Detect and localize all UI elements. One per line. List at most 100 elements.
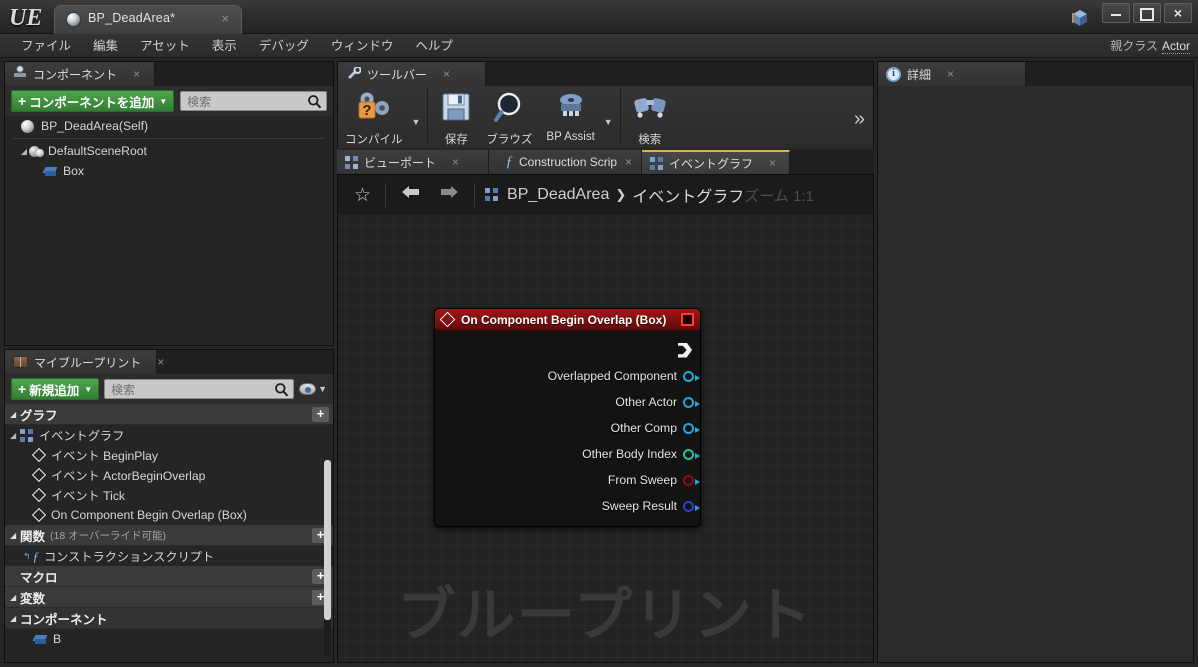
tree-expand-arrow[interactable]: ◢ [19, 147, 29, 156]
list-item-event-beginplay[interactable]: イベント BeginPlay [5, 445, 333, 465]
sphere-icon [21, 119, 34, 133]
node-header[interactable]: On Component Begin Overlap (Box) [435, 309, 700, 331]
add-graph-button[interactable]: + [312, 406, 329, 422]
maximize-button[interactable] [1133, 3, 1161, 23]
add-new-button[interactable]: + 新規追加 ▼ [11, 378, 100, 400]
tab-toolbar-close-icon[interactable]: × [443, 67, 450, 81]
list-item-event-graph[interactable]: ◢ イベントグラフ [5, 425, 333, 445]
tab-my-blueprint[interactable]: マイブループリント × [5, 350, 164, 374]
list-item-event-actorbeginoverlap[interactable]: イベント ActorBeginOverlap [5, 465, 333, 485]
add-component-plus-icon: + [18, 93, 27, 109]
section-expand-arrow[interactable]: ◢ [10, 410, 20, 419]
tab-construction-script-close-icon[interactable]: × [625, 155, 632, 169]
tab-viewport-label: ビューポート [364, 155, 437, 170]
compile-options-chevron-icon[interactable]: ▼ [412, 107, 421, 127]
tab-details[interactable]: 詳細 × [878, 62, 1026, 86]
node-on-component-begin-overlap[interactable]: On Component Begin Overlap (Box) Overlap… [434, 308, 701, 527]
section-expand-arrow[interactable]: ◢ [10, 614, 20, 623]
menu-view[interactable]: 表示 [201, 34, 248, 58]
node-pin-other-actor[interactable]: Other Actor [435, 389, 700, 415]
tab-details-close-icon[interactable]: × [947, 67, 954, 81]
node-pin-sweep-result[interactable]: Sweep Result [435, 493, 700, 519]
pin-dot-icon[interactable] [683, 422, 700, 434]
node-pin-from-sweep[interactable]: From Sweep [435, 467, 700, 493]
forward-arrow-icon[interactable] [430, 183, 468, 207]
components-search-input[interactable]: 検索 [180, 91, 327, 111]
tab-my-blueprint-close-icon[interactable]: × [157, 355, 164, 369]
my-blueprint-panel: マイブループリント × + 新規追加 ▼ 検索 ▼ ◢ グラフ + ◢ イベント… [4, 349, 334, 663]
toolbar-overflow-button[interactable]: » [854, 104, 865, 131]
expand-arrow[interactable]: ◢ [10, 431, 20, 440]
pin-dot-icon[interactable] [683, 474, 700, 486]
bp-assist-button[interactable]: BP Assist [539, 86, 601, 144]
asset-tab-close-icon[interactable]: × [221, 11, 229, 26]
exec-out-pin-icon[interactable] [678, 342, 692, 358]
section-functions[interactable]: ◢ 関数 (18 オーバーライド可能) + [5, 525, 333, 546]
node-pin-other-body-index[interactable]: Other Body Index [435, 441, 700, 467]
section-expand-arrow[interactable]: ◢ [10, 531, 20, 540]
my-blueprint-scrollbar-thumb[interactable] [324, 460, 331, 620]
diamond-icon [33, 509, 46, 522]
section-graphs[interactable]: ◢ グラフ + [5, 404, 333, 425]
my-blueprint-search-input[interactable]: 検索 [104, 379, 295, 399]
section-variables[interactable]: ◢ 変数 + [5, 587, 333, 608]
close-button[interactable]: × [1164, 3, 1192, 23]
browse-button[interactable]: ブラウズ [479, 86, 539, 146]
tab-viewport[interactable]: ビューポート × [337, 150, 489, 174]
pin-dot-icon[interactable] [683, 448, 700, 460]
details-tab-row: 詳細 × [878, 62, 1193, 86]
tab-viewport-close-icon[interactable]: × [452, 155, 459, 169]
tab-event-graph-close-icon[interactable]: × [769, 156, 776, 170]
tree-item-default-scene-root[interactable]: ◢ DefaultSceneRoot [5, 141, 333, 161]
pin-dot-icon[interactable] [683, 396, 700, 408]
details-content[interactable] [878, 86, 1193, 662]
minimize-button[interactable] [1102, 3, 1130, 23]
breadcrumb-graph-name[interactable]: イベントグラフ [632, 183, 744, 207]
tab-construction-script-label: Construction Scrip [519, 155, 618, 169]
tab-toolbar[interactable]: ツールバー × [338, 62, 486, 86]
add-component-button[interactable]: + コンポーネントを追加 ▼ [11, 90, 175, 112]
menu-help[interactable]: ヘルプ [404, 34, 464, 58]
back-arrow-icon[interactable] [392, 183, 430, 207]
menu-debug[interactable]: デバッグ [248, 34, 320, 58]
tab-event-graph-label: イベントグラフ [669, 156, 754, 171]
node-pin-overlapped-component[interactable]: Overlapped Component [435, 363, 700, 389]
tab-event-graph[interactable]: イベントグラフ × [642, 150, 790, 174]
pin-dot-icon[interactable] [683, 500, 700, 512]
tree-item-box[interactable]: Box [5, 161, 333, 181]
graph-canvas[interactable]: ブループリント On Component Begin Overlap (Box)… [338, 215, 873, 662]
my-blueprint-scrollbar-track[interactable] [324, 460, 331, 656]
breadcrumb-blueprint-name[interactable]: BP_DeadArea [507, 186, 609, 204]
tab-components-close-icon[interactable]: × [133, 67, 140, 81]
menu-window[interactable]: ウィンドウ [320, 34, 405, 58]
find-button[interactable]: 検索 [626, 86, 674, 146]
bp-assist-options-chevron-icon[interactable]: ▼ [604, 107, 613, 127]
tab-components[interactable]: コンポーネント × [5, 62, 155, 86]
compile-button[interactable]: ? コンパイル [338, 86, 410, 146]
list-item-component-box[interactable]: B [5, 629, 333, 649]
visibility-toggle-button[interactable]: ▼ [299, 383, 327, 395]
chevron-down-icon: ▼ [318, 384, 327, 394]
bp-assist-label: BP Assist [546, 131, 595, 143]
breakpoint-icon[interactable] [681, 313, 694, 326]
menu-asset[interactable]: アセット [129, 34, 201, 58]
list-item-event-tick[interactable]: イベント Tick [5, 485, 333, 505]
save-button[interactable]: 保存 [433, 86, 479, 146]
pin-dot-icon[interactable] [683, 370, 700, 382]
node-exec-output-row[interactable] [435, 337, 700, 363]
section-components[interactable]: ◢ コンポーネント [5, 608, 333, 629]
asset-tab-bp-deadarea[interactable]: BP_DeadArea* × [54, 5, 242, 34]
parent-class-value[interactable]: Actor [1161, 39, 1190, 54]
tab-construction-script[interactable]: ƒ Construction Scrip × [489, 150, 642, 174]
tree-item-self[interactable]: BP_DeadArea(Self) [5, 116, 333, 136]
menu-file[interactable]: ファイル [10, 34, 82, 58]
list-item-construction-script[interactable]: ↰ ƒ コンストラクションスクリプト [5, 546, 333, 566]
bookmark-star-icon[interactable]: ☆ [346, 184, 379, 207]
section-macros[interactable]: マクロ + [5, 566, 333, 587]
section-expand-arrow[interactable]: ◢ [10, 593, 20, 602]
menu-edit[interactable]: 編集 [82, 34, 129, 58]
content-cube-icon[interactable] [1070, 8, 1090, 28]
my-blueprint-toolbar: + 新規追加 ▼ 検索 ▼ [5, 374, 333, 404]
list-item-on-component-begin-overlap[interactable]: On Component Begin Overlap (Box) [5, 505, 333, 525]
node-pin-other-comp[interactable]: Other Comp [435, 415, 700, 441]
